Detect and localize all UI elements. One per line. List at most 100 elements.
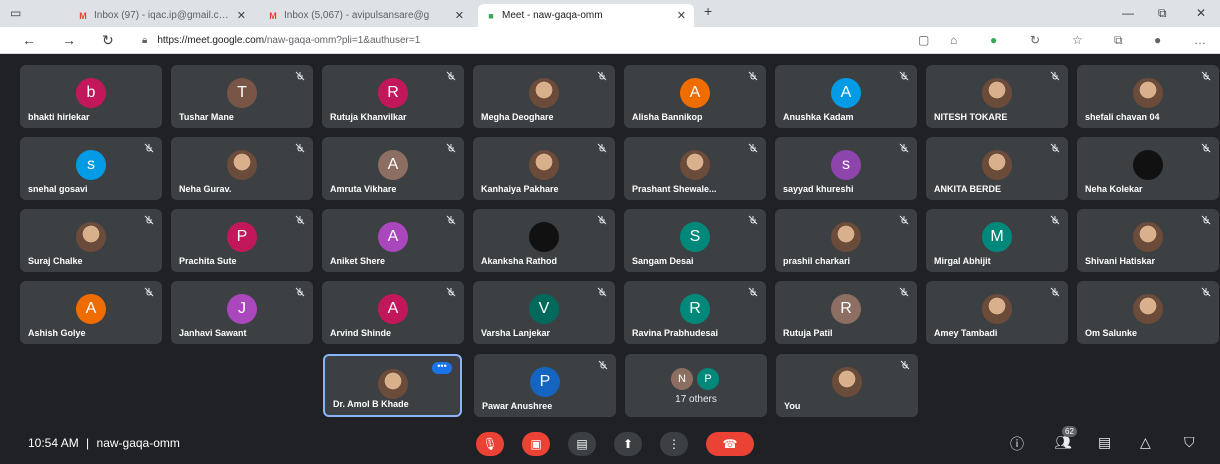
participant-tile[interactable]: prashil charkari bbox=[775, 209, 917, 272]
mic-off-icon bbox=[295, 143, 305, 153]
participant-tile[interactable]: S Sangam Desai bbox=[624, 209, 766, 272]
participant-tile[interactable]: Akanksha Rathod bbox=[473, 209, 615, 272]
tab-meet[interactable]: ■ Meet - naw-gaqa-omm ✕ bbox=[478, 4, 694, 27]
participant-tile[interactable]: Neha Gurav. bbox=[171, 137, 313, 200]
mic-toggle-button[interactable]: 🎙︎ bbox=[476, 432, 504, 456]
participant-name: Prachita Sute bbox=[179, 256, 237, 266]
mic-off-icon bbox=[1050, 215, 1060, 225]
tab-inbox-avipul[interactable]: M Inbox (5,067) - avipulsansare@g ✕ bbox=[260, 4, 472, 27]
avatar bbox=[529, 150, 559, 180]
participant-tile[interactable]: R Rutuja Patil bbox=[775, 281, 917, 344]
more-options-button[interactable]: ••• bbox=[432, 362, 452, 374]
avatar: R bbox=[680, 294, 710, 324]
participant-tile[interactable]: Suraj Chalke bbox=[20, 209, 162, 272]
tile-host[interactable]: ••• Dr. Amol B Khade bbox=[323, 354, 462, 417]
participant-name: Prashant Shewale... bbox=[632, 184, 717, 194]
participant-tile[interactable]: shefali chavan 04 bbox=[1077, 65, 1219, 128]
activities-icon[interactable]: △ bbox=[1140, 434, 1151, 451]
favorites-icon[interactable]: ☆ bbox=[1072, 33, 1083, 47]
profile-icon[interactable]: ● bbox=[1154, 33, 1161, 47]
restore-icon[interactable]: ⧉ bbox=[1158, 6, 1167, 21]
mic-off-icon bbox=[597, 215, 607, 225]
close-tab-icon[interactable]: ✕ bbox=[237, 9, 246, 22]
camera-permission-icon[interactable]: ⌂ bbox=[950, 33, 957, 47]
more-menu-icon[interactable]: … bbox=[1194, 33, 1206, 47]
participant-tile[interactable]: Shivani Hatiskar bbox=[1077, 209, 1219, 272]
tile-others[interactable]: N P 17 others bbox=[625, 354, 767, 417]
participant-tile[interactable]: M Mirgal Abhijit bbox=[926, 209, 1068, 272]
back-icon[interactable]: ← bbox=[22, 32, 36, 48]
participant-tile[interactable]: T Tushar Mane bbox=[171, 65, 313, 128]
mic-off-icon bbox=[446, 287, 456, 297]
participant-tile[interactable]: V Varsha Lanjekar bbox=[473, 281, 615, 344]
host-controls-icon[interactable]: ⛉ bbox=[1184, 434, 1195, 451]
minimize-icon[interactable]: — bbox=[1122, 6, 1134, 20]
participant-tile[interactable]: ANKITA BERDE bbox=[926, 137, 1068, 200]
participant-tile[interactable]: Megha Deoghare bbox=[473, 65, 615, 128]
leave-call-button[interactable]: ☎ bbox=[706, 432, 754, 456]
window-menu-icon[interactable]: ▭ bbox=[10, 6, 21, 20]
collections-icon[interactable]: ⧉ bbox=[1114, 33, 1123, 48]
avatar: N bbox=[671, 368, 693, 390]
participant-tile[interactable]: A Amruta Vikhare bbox=[322, 137, 464, 200]
avatar bbox=[982, 150, 1012, 180]
avatar bbox=[1133, 78, 1163, 108]
reader-icon[interactable]: ▢ bbox=[918, 33, 929, 47]
participant-tile[interactable]: P Prachita Sute bbox=[171, 209, 313, 272]
tile-you[interactable]: You bbox=[776, 354, 918, 417]
refresh-extension-icon[interactable]: ↻ bbox=[1030, 33, 1040, 47]
captions-button[interactable]: ▤ bbox=[568, 432, 596, 456]
mic-off-icon bbox=[748, 143, 758, 153]
browser-tab-bar: ▭ M Inbox (97) - iqac.ip@gmail.com ✕ M I… bbox=[0, 0, 1220, 27]
tile-pawar-anushree[interactable]: P Pawar Anushree bbox=[474, 354, 616, 417]
mic-off-icon bbox=[295, 287, 305, 297]
participant-tile[interactable]: Neha Kolekar bbox=[1077, 137, 1219, 200]
participant-tile[interactable]: s snehal gosavi bbox=[20, 137, 162, 200]
participant-tile[interactable]: A Alisha Bannikop bbox=[624, 65, 766, 128]
extension-icon[interactable]: ● bbox=[990, 33, 997, 47]
camera-toggle-button[interactable]: ▣ bbox=[522, 432, 550, 456]
participant-name: ANKITA BERDE bbox=[934, 184, 1001, 194]
participant-tile[interactable]: R Ravina Prabhudesai bbox=[624, 281, 766, 344]
participant-tile[interactable]: b bhakti hirlekar bbox=[20, 65, 162, 128]
new-tab-button[interactable]: + bbox=[704, 3, 712, 19]
close-tab-icon[interactable]: ✕ bbox=[455, 9, 464, 22]
participant-tile[interactable]: Kanhaiya Pakhare bbox=[473, 137, 615, 200]
reload-icon[interactable]: ↻ bbox=[102, 32, 114, 49]
mic-off-icon bbox=[446, 71, 456, 81]
participant-name: Aniket Shere bbox=[330, 256, 386, 266]
url-input[interactable]: 🔒︎ https://meet.google.com/naw-gaqa-omm?… bbox=[142, 31, 902, 50]
mic-off-icon bbox=[598, 360, 608, 370]
more-options-button[interactable]: ⋮ bbox=[660, 432, 688, 456]
close-tab-icon[interactable]: ✕ bbox=[677, 9, 686, 22]
meeting-info: 10:54 AM | naw-gaqa-omm bbox=[28, 436, 180, 450]
meet-icon: ■ bbox=[488, 10, 494, 21]
close-window-icon[interactable]: ✕ bbox=[1196, 6, 1206, 20]
avatar: P bbox=[697, 368, 719, 390]
participant-tile[interactable]: NITESH TOKARE bbox=[926, 65, 1068, 128]
participant-tile[interactable]: R Rutuja Khanvilkar bbox=[322, 65, 464, 128]
participant-name: Alisha Bannikop bbox=[632, 112, 703, 122]
participant-name: prashil charkari bbox=[783, 256, 851, 266]
participant-name: Ashish Golye bbox=[28, 328, 86, 338]
tab-inbox-iqac[interactable]: M Inbox (97) - iqac.ip@gmail.com ✕ bbox=[70, 4, 254, 27]
people-button[interactable]: 👥︎ 62 bbox=[1054, 426, 1077, 451]
meeting-details-icon[interactable]: ⓘ bbox=[1010, 434, 1024, 454]
participant-tile[interactable]: Om Salunke bbox=[1077, 281, 1219, 344]
participant-tile[interactable]: A Arvind Shinde bbox=[322, 281, 464, 344]
participant-tile[interactable]: Prashant Shewale... bbox=[624, 137, 766, 200]
mic-off-icon bbox=[1201, 215, 1211, 225]
forward-icon[interactable]: → bbox=[62, 32, 76, 48]
chat-icon[interactable]: ▤ bbox=[1098, 434, 1111, 451]
participant-name: Janhavi Sawant bbox=[179, 328, 247, 338]
participant-tile[interactable]: A Anushka Kadam bbox=[775, 65, 917, 128]
participant-tile[interactable]: Amey Tambadi bbox=[926, 281, 1068, 344]
avatar: A bbox=[680, 78, 710, 108]
participant-name: Rutuja Khanvilkar bbox=[330, 112, 407, 122]
present-button[interactable]: ⬆ bbox=[614, 432, 642, 456]
participant-tile[interactable]: A Aniket Shere bbox=[322, 209, 464, 272]
participant-tile[interactable]: J Janhavi Sawant bbox=[171, 281, 313, 344]
participant-tile[interactable]: A Ashish Golye bbox=[20, 281, 162, 344]
mic-off-icon bbox=[1201, 287, 1211, 297]
participant-tile[interactable]: s sayyad khureshi bbox=[775, 137, 917, 200]
